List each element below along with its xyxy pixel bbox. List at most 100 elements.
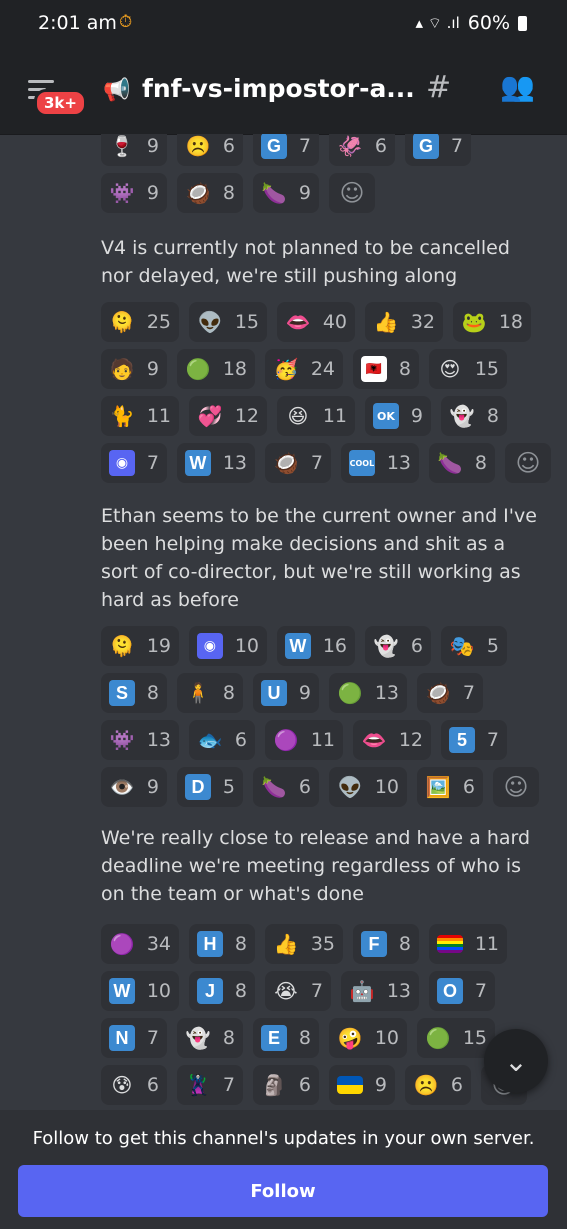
reaction-button[interactable]: 🥥 7 (417, 673, 483, 713)
reaction-button[interactable]: J8 (189, 971, 255, 1011)
reaction-emoji-icon: G (261, 134, 287, 159)
reaction-emoji-icon: 🇦🇱 (361, 356, 387, 382)
reaction-button[interactable]: 🟢 18 (177, 349, 255, 389)
reaction-button[interactable]: O7 (429, 971, 495, 1011)
reaction-button[interactable]: OK 9 (365, 396, 431, 436)
reaction-count: 8 (234, 933, 247, 955)
reaction-count: 7 (474, 980, 487, 1002)
reaction-button[interactable]: 🗿 6 (253, 1065, 319, 1105)
reaction-button[interactable]: 💞 12 (189, 396, 267, 436)
reaction-button[interactable]: 👻 6 (365, 626, 431, 666)
reaction-button[interactable]: 🐈 11 (101, 396, 179, 436)
reaction-button[interactable]: 🫠 19 (101, 626, 179, 666)
reaction-count: 34 (146, 933, 171, 955)
reaction-button[interactable]: N7 (101, 1018, 167, 1058)
reaction-button[interactable]: 👻 8 (177, 1018, 243, 1058)
reaction-button[interactable]: 👍 32 (365, 302, 443, 342)
reaction-button[interactable]: 🧍 8 (177, 673, 243, 713)
reaction-button[interactable]: 🎭 5 (441, 626, 507, 666)
reaction-count: 9 (146, 358, 159, 380)
reaction-emoji-icon: 🦑 (337, 134, 363, 158)
reaction-button[interactable]: 👽 15 (189, 302, 267, 342)
reaction-button[interactable]: W 13 (177, 443, 255, 483)
reaction-button[interactable]: 🟢 15 (417, 1018, 495, 1058)
reaction-button[interactable]: COOL 13 (341, 443, 419, 483)
reaction-count: 13 (222, 452, 247, 474)
reaction-button[interactable]: 🤪 10 (329, 1018, 407, 1058)
reaction-button[interactable]: 9 (329, 1065, 395, 1105)
reaction-button[interactable]: 😰 6 (101, 1065, 167, 1105)
reaction-button[interactable]: D5 (177, 767, 243, 807)
reaction-count: 9 (146, 182, 159, 204)
members-icon[interactable]: 👥 (500, 70, 535, 103)
reaction-button[interactable]: ◉ 7 (101, 443, 167, 483)
reaction-button[interactable]: 11 (429, 924, 507, 964)
reaction-count: 24 (310, 358, 335, 380)
reaction-button[interactable]: G7 (405, 134, 471, 166)
reaction-button[interactable]: 🍆 9 (253, 173, 319, 213)
reaction-emoji-icon: G (413, 134, 439, 159)
reaction-button[interactable]: 👾 13 (101, 720, 179, 760)
reaction-emoji-icon: W (185, 450, 211, 476)
reaction-button[interactable]: G7 (253, 134, 319, 166)
reaction-button[interactable]: 57 (441, 720, 507, 760)
reaction-button[interactable]: 🥥 7 (265, 443, 331, 483)
reaction-emoji-icon: D (185, 774, 211, 800)
reaction-button[interactable]: 😆 11 (277, 396, 355, 436)
reaction-button[interactable]: 🍆 8 (429, 443, 495, 483)
reaction-button[interactable]: 👻 8 (441, 396, 507, 436)
reaction-emoji-icon: 🦹 (185, 1073, 211, 1097)
reaction-button[interactable]: 👄 40 (277, 302, 355, 342)
reaction-button[interactable]: 🖼️ 6 (417, 767, 483, 807)
reaction-button[interactable]: 👾 9 (101, 173, 167, 213)
reaction-emoji-icon: 🧍 (185, 681, 211, 705)
reaction-button[interactable]: U9 (253, 673, 319, 713)
reaction-button[interactable]: 🦹 7 (177, 1065, 243, 1105)
reaction-button[interactable]: 🟣 34 (101, 924, 179, 964)
reaction-button[interactable]: ◉ 10 (189, 626, 267, 666)
reaction-button[interactable]: 🥥 8 (177, 173, 243, 213)
reaction-button[interactable]: W 10 (101, 971, 179, 1011)
reaction-button[interactable]: 👄 12 (353, 720, 431, 760)
reaction-count: 9 (410, 405, 423, 427)
channel-name[interactable]: fnf-vs-impostor-a... (142, 74, 415, 103)
reaction-button[interactable]: 🇦🇱 8 (353, 349, 419, 389)
reaction-button[interactable]: 😭 7 (265, 971, 331, 1011)
reaction-emoji-icon: O (437, 978, 463, 1004)
reaction-button[interactable]: ☹️ 6 (177, 134, 243, 166)
reaction-emoji-icon: 😭 (274, 979, 298, 1003)
reaction-button[interactable]: 🍆 6 (253, 767, 319, 807)
reaction-count: 6 (222, 135, 235, 157)
reaction-button[interactable]: 🫠 25 (101, 302, 179, 342)
reaction-button[interactable]: 😍 15 (429, 349, 507, 389)
reaction-button[interactable]: 🧑 9 (101, 349, 167, 389)
threads-icon[interactable]: # (426, 70, 451, 105)
reaction-button[interactable]: 🟢 13 (329, 673, 407, 713)
reaction-button[interactable]: 👽 10 (329, 767, 407, 807)
reaction-count: 9 (374, 1074, 387, 1096)
reaction-button[interactable]: S8 (101, 673, 167, 713)
reaction-button[interactable]: 🥳 24 (265, 349, 343, 389)
reaction-button[interactable]: 🍷 9 (101, 134, 167, 166)
reaction-button[interactable]: 👁️ 9 (101, 767, 167, 807)
reaction-button[interactable]: W 16 (277, 626, 355, 666)
add-reaction-icon[interactable]: ☺ (505, 443, 551, 483)
reaction-button[interactable]: 🦑 6 (329, 134, 395, 166)
reaction-count: 11 (310, 729, 335, 751)
reaction-button[interactable]: 🐟 6 (189, 720, 255, 760)
reaction-button[interactable]: 👍 35 (265, 924, 343, 964)
reaction-button[interactable]: 🐸 18 (453, 302, 531, 342)
reaction-button[interactable]: E8 (253, 1018, 319, 1058)
message-list[interactable]: 🍷 9 ☹️ 6 G 7 🦑 6 G 7 👾 9 🥥 8 🍆 9 ☺ V4 is currently not pl… (0, 134, 567, 1110)
follow-button[interactable]: Follow (18, 1165, 548, 1217)
add-reaction-icon[interactable]: ☺ (493, 767, 539, 807)
reaction-button[interactable]: 🟣 11 (265, 720, 343, 760)
reaction-button[interactable]: 🤖 13 (341, 971, 419, 1011)
reaction-emoji-icon: 🫠 (109, 310, 135, 334)
reaction-button[interactable]: ☹️ 6 (405, 1065, 471, 1105)
add-reaction-icon[interactable]: ☺ (329, 173, 375, 213)
jump-to-bottom-button[interactable]: ⌄ (484, 1029, 548, 1093)
reaction-button[interactable]: H8 (189, 924, 255, 964)
reaction-emoji-icon: N (109, 1025, 135, 1051)
reaction-button[interactable]: F8 (353, 924, 419, 964)
